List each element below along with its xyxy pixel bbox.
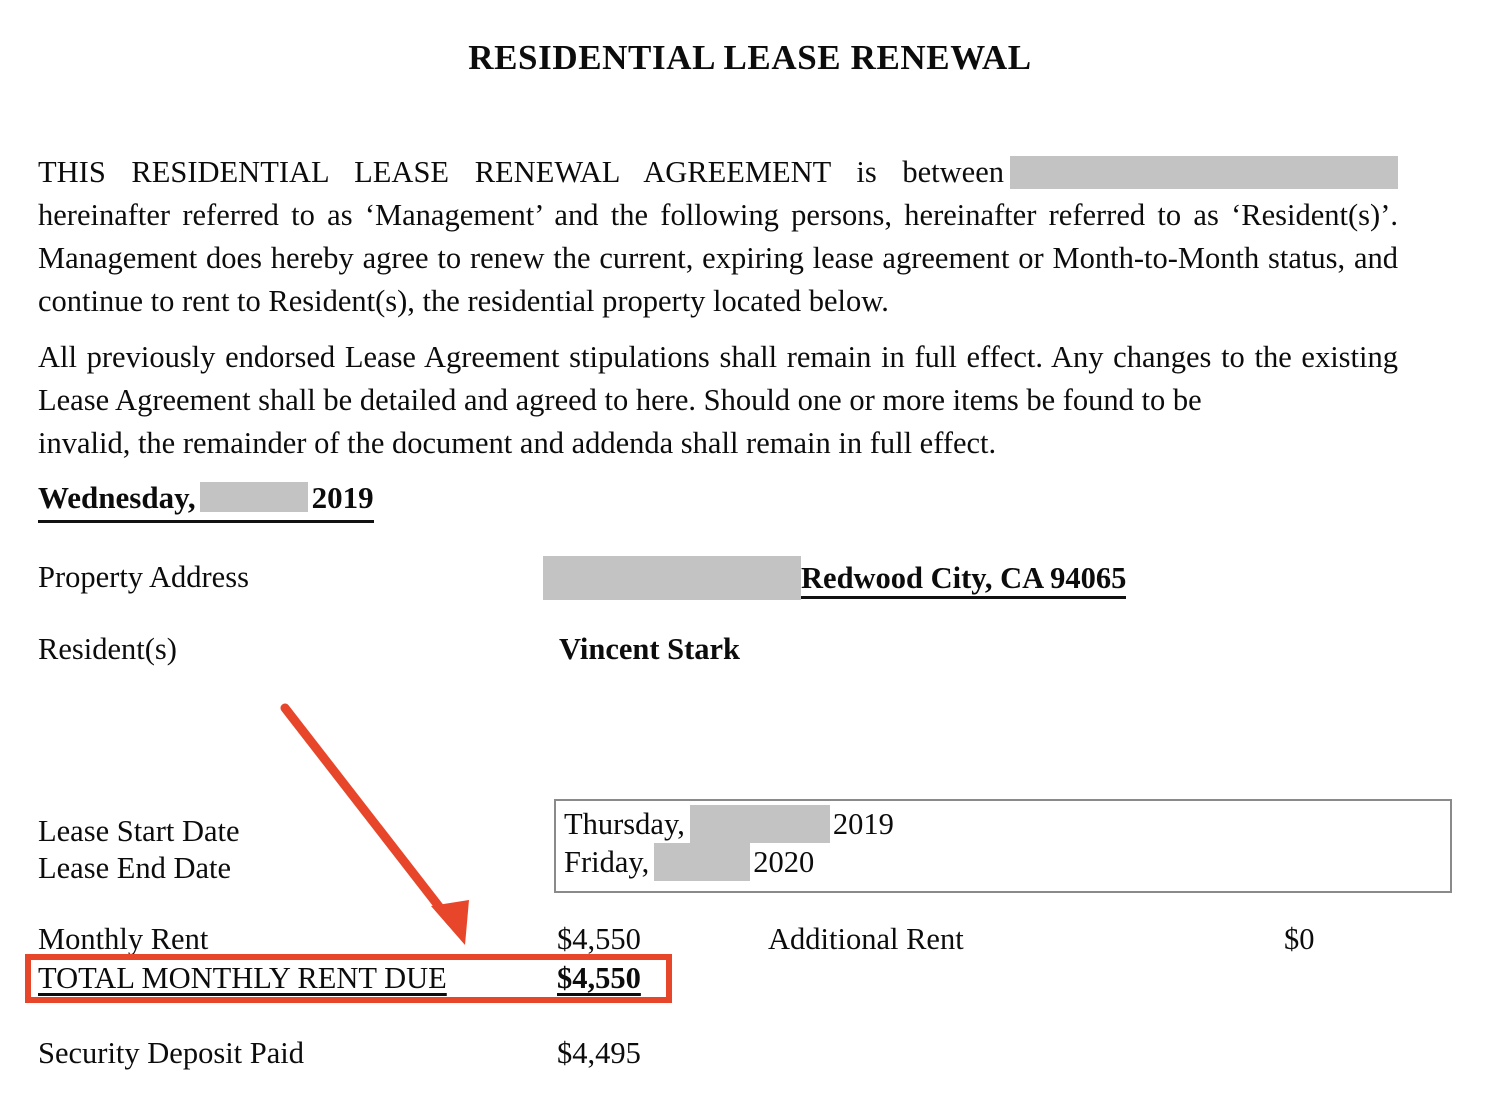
lease-start-date-label: Lease Start Date [38, 814, 240, 848]
stipulations-paragraph: All previously endorsed Lease Agreement … [38, 336, 1398, 465]
property-address-city-state-zip: Redwood City, CA 94065 [801, 561, 1127, 599]
stipulations-text: All previously endorsed Lease Agreement … [38, 340, 1398, 417]
document-page: RESIDENTIAL LEASE RENEWAL THIS RESIDENTI… [0, 0, 1500, 1094]
lease-start-year: 2019 [832, 807, 894, 841]
lease-end-weekday: Friday, [564, 845, 650, 879]
redaction-bar-street-address [543, 556, 801, 600]
residents-value: Vincent Stark [559, 632, 741, 666]
lease-dates-box: Thursday, 2019 Friday, 2020 [554, 799, 1452, 893]
renewal-date-weekday: Wednesday, [38, 480, 196, 515]
intro-text-before-redaction: THIS RESIDENTIAL LEASE RENEWAL AGREEMENT… [38, 155, 1004, 189]
renewal-date-year: 2019 [311, 480, 374, 515]
redaction-bar-renewal-date [199, 481, 308, 512]
redaction-bar-lease-start-date [689, 805, 830, 843]
lease-dates-values: Thursday, 2019 Friday, 2020 [564, 805, 894, 881]
lease-end-year: 2020 [753, 845, 815, 879]
lease-start-date-value: Thursday, 2019 [564, 805, 894, 843]
intro-text-after-redaction: hereinafter referred to as ‘Management’ … [38, 198, 1398, 318]
additional-rent-amount: $0 [1284, 922, 1315, 956]
stipulations-last-line: invalid, the remainder of the document a… [38, 426, 997, 460]
total-monthly-rent-due-label: TOTAL MONTHLY RENT DUE [38, 961, 447, 995]
intro-paragraph: THIS RESIDENTIAL LEASE RENEWAL AGREEMENT… [38, 151, 1398, 323]
lease-start-weekday: Thursday, [564, 807, 685, 841]
residents-label: Resident(s) [38, 632, 177, 666]
total-monthly-rent-due-amount: $4,550 [557, 961, 641, 995]
lease-end-date-label: Lease End Date [38, 851, 232, 885]
document-title: RESIDENTIAL LEASE RENEWAL [468, 38, 1032, 77]
monthly-rent-amount: $4,550 [557, 922, 641, 956]
additional-rent-label: Additional Rent [768, 922, 964, 956]
redaction-bar-management-name [1010, 155, 1398, 189]
property-address-value: Redwood City, CA 94065 [543, 556, 1127, 600]
lease-end-date-value: Friday, 2020 [564, 843, 894, 881]
redaction-bar-lease-end-date [654, 843, 751, 881]
security-deposit-paid-label: Security Deposit Paid [38, 1036, 304, 1070]
monthly-rent-label: Monthly Rent [38, 922, 209, 956]
annotation-arrow-icon [280, 703, 469, 945]
property-address-label: Property Address [38, 560, 249, 594]
renewal-date-line: Wednesday, 2019 [38, 477, 374, 523]
security-deposit-paid-amount: $4,495 [557, 1036, 641, 1070]
